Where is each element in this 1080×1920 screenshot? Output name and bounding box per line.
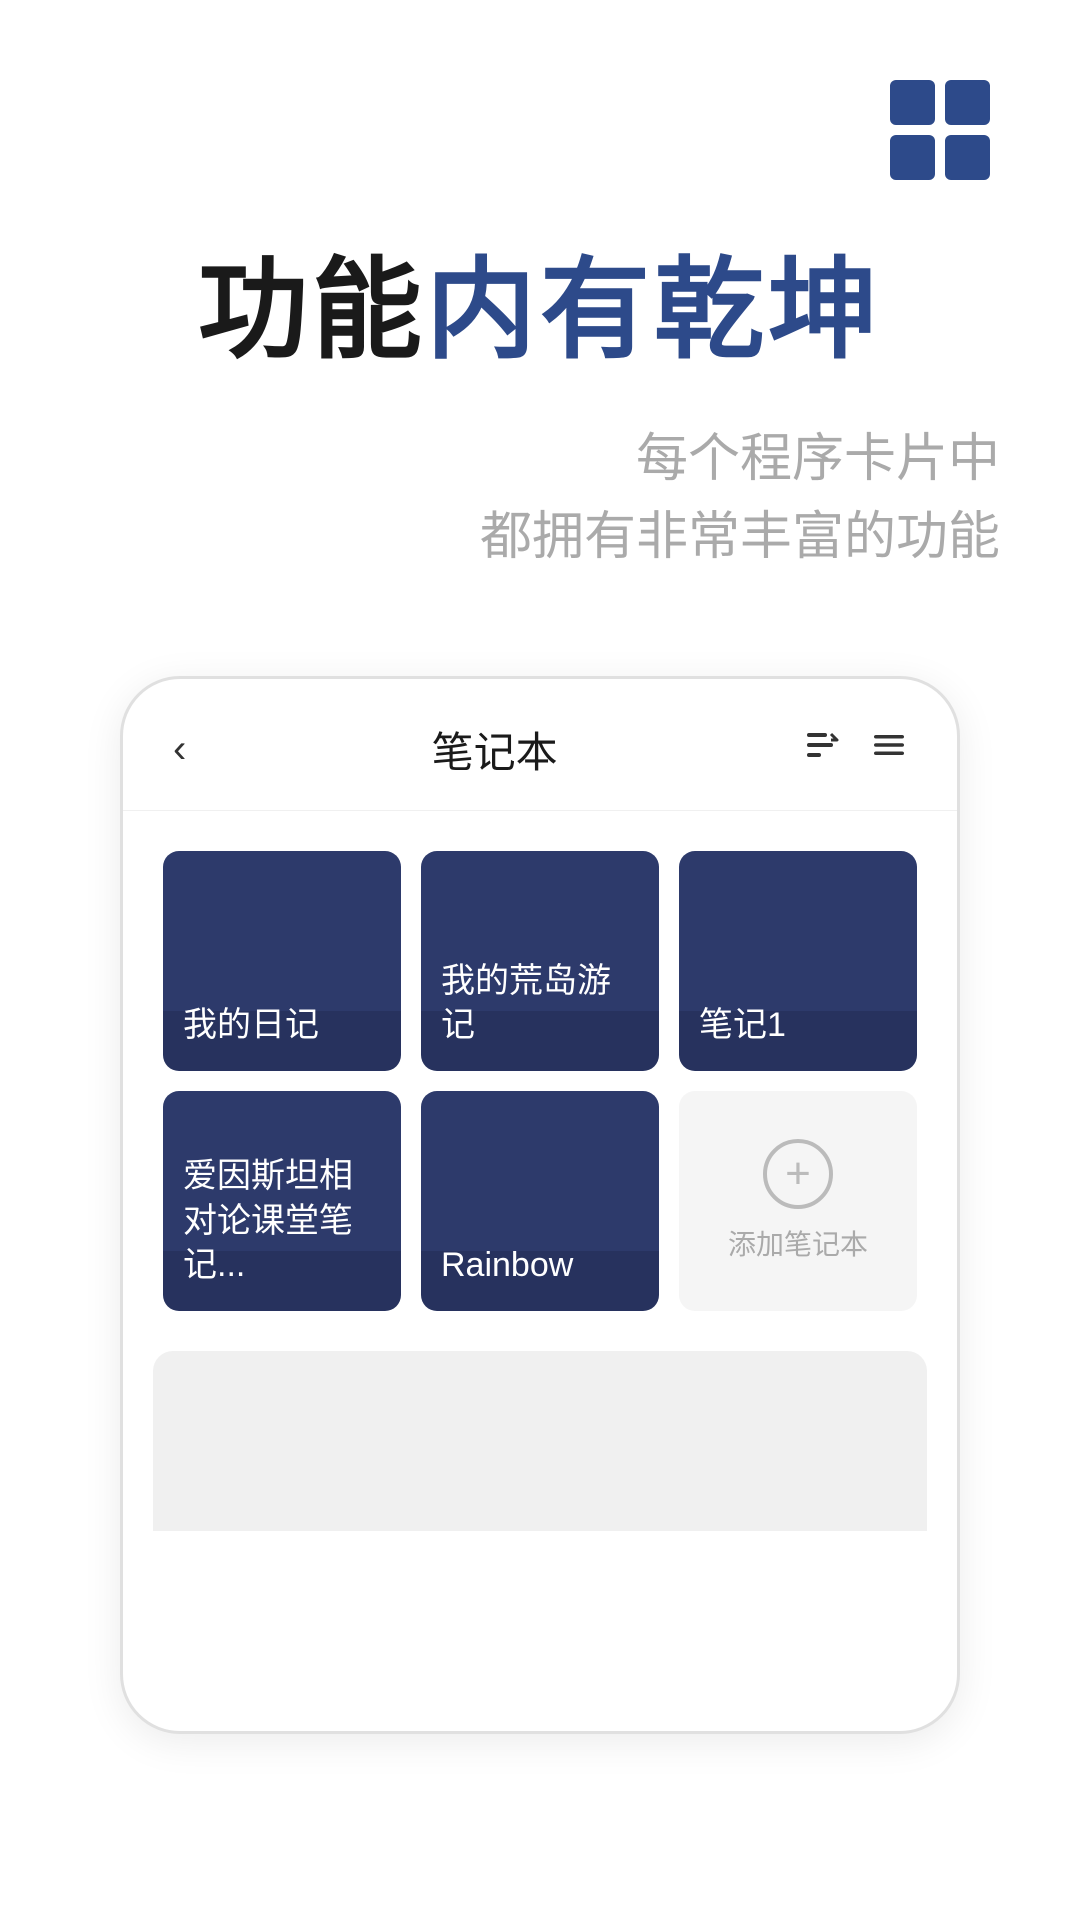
app-header: ‹ 笔记本 <box>123 679 957 811</box>
page: 功能 内有乾坤 每个程序卡片中 都拥有非常丰富的功能 ‹ 笔记本 <box>0 0 1080 1920</box>
notebook-grid: 我的日记 我的荒岛游记 笔记1 爱因斯坦相对论课堂笔记... Rainbow <box>123 811 957 1351</box>
notebook-label-1: 我的日记 <box>183 1003 319 1047</box>
notebook-label-4: 爱因斯坦相对论课堂笔记... <box>183 1154 381 1287</box>
subtitle-area: 每个程序卡片中 都拥有非常丰富的功能 <box>0 420 1080 576</box>
notebook-label-3: 笔记1 <box>699 1003 786 1047</box>
grid-cell-1 <box>890 80 935 125</box>
headline-part2: 内有乾坤 <box>426 220 882 380</box>
app-logo-icon <box>890 80 990 180</box>
phone-bottom-area <box>153 1351 927 1531</box>
headline-part1: 功能 <box>198 220 426 380</box>
logo-area <box>0 0 1080 180</box>
notebook-card-2[interactable]: 我的荒岛游记 <box>421 851 659 1071</box>
grid-cell-4 <box>945 135 990 180</box>
add-notebook-label: 添加笔记本 <box>728 1223 868 1263</box>
phone-mockup: ‹ 笔记本 <box>120 676 960 1734</box>
add-circle-icon: + <box>763 1139 833 1209</box>
notebook-label-5: Rainbow <box>441 1243 573 1287</box>
notebook-card-4[interactable]: 爱因斯坦相对论课堂笔记... <box>163 1091 401 1311</box>
phone-mockup-wrapper: ‹ 笔记本 <box>0 676 1080 1734</box>
notebook-card-3[interactable]: 笔记1 <box>679 851 917 1071</box>
notebook-card-5[interactable]: Rainbow <box>421 1091 659 1311</box>
back-button[interactable]: ‹ <box>173 727 186 772</box>
notebook-card-1[interactable]: 我的日记 <box>163 851 401 1071</box>
subtitle-line1: 每个程序卡片中 <box>80 420 1000 498</box>
sort-icon[interactable] <box>803 726 841 774</box>
grid-cell-3 <box>890 135 935 180</box>
menu-icon[interactable] <box>871 727 907 773</box>
app-title: 笔记本 <box>432 719 558 780</box>
grid-cell-2 <box>945 80 990 125</box>
notebook-label-2: 我的荒岛游记 <box>441 959 639 1047</box>
headline-area: 功能 内有乾坤 <box>0 220 1080 380</box>
subtitle-line2: 都拥有非常丰富的功能 <box>80 498 1000 576</box>
header-icons <box>803 726 907 774</box>
headline-row: 功能 内有乾坤 <box>60 220 1020 380</box>
add-notebook-button[interactable]: + 添加笔记本 <box>679 1091 917 1311</box>
